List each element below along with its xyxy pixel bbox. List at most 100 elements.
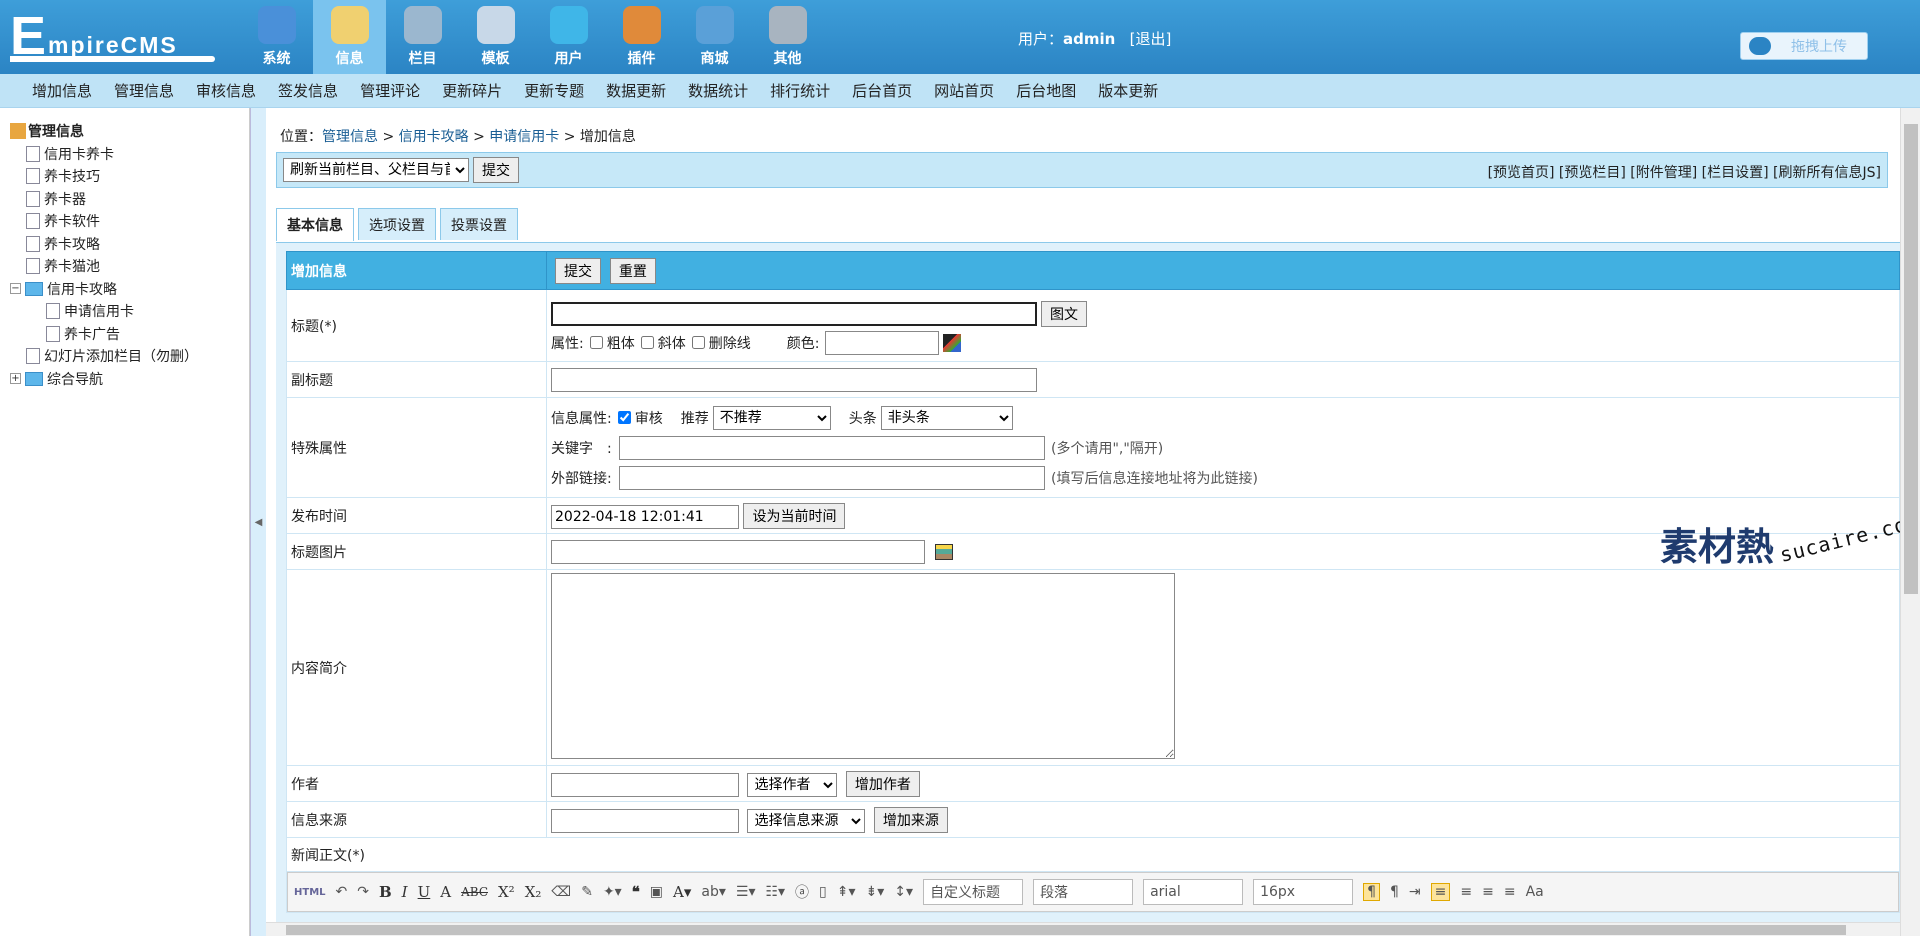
subnav-link-7[interactable]: 数据更新 — [606, 80, 666, 101]
source-select[interactable]: 选择信息来源 — [747, 808, 866, 833]
source-input[interactable] — [551, 808, 739, 833]
nav-item-6[interactable]: 商城 — [678, 0, 751, 74]
vertical-scroll-thumb[interactable] — [1904, 124, 1918, 594]
toolbar-submit-button[interactable]: 提交 — [473, 157, 519, 183]
nav-item-1[interactable]: 信息 — [313, 0, 386, 74]
tree-node-7[interactable]: − 信用卡攻略 — [10, 278, 249, 301]
empirecms-logo[interactable]: E mpireCMS — [10, 8, 220, 64]
line-height-icon[interactable]: ↕▾ — [894, 884, 913, 900]
image-select-icon[interactable] — [935, 543, 954, 560]
crumb-link-1[interactable]: 信用卡攻略 — [399, 129, 469, 145]
nav-item-3[interactable]: 模板 — [459, 0, 532, 74]
expand-icon[interactable]: + — [10, 373, 21, 385]
subnav-link-2[interactable]: 审核信息 — [196, 80, 256, 101]
color-picker-icon[interactable] — [943, 333, 962, 352]
subnav-link-12[interactable]: 后台地图 — [1016, 80, 1076, 101]
form-submit-button[interactable]: 提交 — [555, 257, 601, 284]
tab-1[interactable]: 选项设置 — [358, 208, 436, 240]
crumb-link-2[interactable]: 申请信用卡 — [489, 129, 559, 145]
format-brush-icon[interactable]: ✎ — [581, 884, 593, 900]
external-link-input[interactable] — [619, 465, 1045, 490]
nav-item-2[interactable]: 栏目 — [386, 0, 459, 74]
tree-node-10[interactable]: 幻灯片添加栏目（勿删） — [10, 345, 249, 368]
nav-item-7[interactable]: 其他 — [751, 0, 824, 74]
subscript-icon[interactable]: X₂ — [525, 883, 542, 901]
strike-checkbox[interactable] — [691, 336, 705, 349]
sidebar-collapse-toggle[interactable]: ◀ — [250, 108, 266, 936]
color-input[interactable] — [825, 330, 940, 355]
summary-textarea[interactable] — [551, 572, 1175, 759]
align-center-icon[interactable]: ≡ — [1460, 884, 1472, 900]
custom-title-dropdown[interactable]: 自定义标题 — [923, 879, 1024, 905]
toolbar-links[interactable]: [预览首页] [预览栏目] [附件管理] [栏目设置] [刷新所有信息JS] — [1488, 162, 1881, 182]
indent-icon[interactable]: ⇥ — [1409, 884, 1421, 900]
subnav-link-6[interactable]: 更新专题 — [524, 80, 584, 101]
align-left-icon[interactable]: ≡ — [1430, 883, 1451, 901]
italic-icon[interactable]: I — [402, 883, 408, 901]
add-author-button[interactable]: 增加作者 — [845, 770, 920, 797]
row-spacing-bottom-icon[interactable]: ⇟▾ — [866, 884, 885, 900]
subnav-link-13[interactable]: 版本更新 — [1098, 80, 1158, 101]
subnav-link-0[interactable]: 增加信息 — [32, 80, 92, 101]
tree-node-1[interactable]: 信用卡养卡 — [10, 143, 249, 166]
vertical-scrollbar[interactable] — [1900, 108, 1920, 936]
tab-2[interactable]: 投票设置 — [440, 208, 518, 240]
tree-node-8[interactable]: 申请信用卡 — [10, 300, 249, 323]
tree-node-6[interactable]: 养卡猫池 — [10, 255, 249, 278]
auto-format-icon[interactable]: ✦▾ — [603, 884, 622, 900]
rtl-icon[interactable]: ¶ — [1390, 884, 1399, 900]
drag-upload-button[interactable]: 拖拽上传 — [1740, 32, 1868, 60]
logout-link[interactable]: [退出] — [1130, 30, 1172, 48]
tree-node-9[interactable]: 养卡广告 — [10, 323, 249, 346]
horizontal-scrollbar[interactable] — [266, 922, 1900, 936]
title-image-button[interactable]: 图文 — [1041, 300, 1087, 327]
form-reset-button[interactable]: 重置 — [609, 257, 656, 284]
nav-item-5[interactable]: 插件 — [605, 0, 678, 74]
superscript-icon[interactable]: X² — [498, 883, 515, 901]
tree-node-11[interactable]: + 综合导航 — [10, 368, 249, 391]
paste-plain-icon[interactable]: ▣ — [650, 884, 663, 900]
blockquote-icon[interactable]: ❝ — [632, 883, 640, 901]
paragraph-dropdown[interactable]: 段落 — [1033, 879, 1134, 905]
title-input[interactable] — [551, 301, 1037, 326]
subnav-link-11[interactable]: 网站首页 — [934, 80, 994, 101]
tree-node-5[interactable]: 养卡攻略 — [10, 233, 249, 256]
tab-0[interactable]: 基本信息 — [276, 208, 354, 241]
collapse-icon[interactable]: − — [10, 283, 21, 295]
recommend-select[interactable]: 不推荐 — [712, 405, 831, 430]
tree-node-4[interactable]: 养卡软件 — [10, 210, 249, 233]
font-color-icon[interactable]: A▾ — [673, 883, 691, 901]
underline-icon[interactable]: U — [418, 883, 431, 901]
subnav-link-8[interactable]: 数据统计 — [688, 80, 748, 101]
bold-icon[interactable]: B — [379, 883, 392, 901]
audit-checkbox[interactable] — [617, 411, 631, 424]
keyword-input[interactable] — [619, 435, 1045, 460]
subnav-link-4[interactable]: 管理评论 — [360, 80, 420, 101]
ltr-icon[interactable]: ¶ — [1363, 883, 1380, 901]
subnav-link-1[interactable]: 管理信息 — [114, 80, 174, 101]
tree-node-3[interactable]: 养卡器 — [10, 188, 249, 211]
pubtime-input[interactable] — [551, 504, 739, 529]
eraser-icon[interactable]: ⌫ — [551, 884, 571, 900]
case-icon[interactable]: Aa — [1526, 884, 1544, 900]
headline-select[interactable]: 非头条 — [880, 405, 1013, 430]
font-border-icon[interactable]: A — [440, 883, 451, 901]
redo-icon[interactable]: ↷ — [357, 884, 369, 900]
tree-node-2[interactable]: 养卡技巧 — [10, 165, 249, 188]
html-source-button[interactable]: HTML — [294, 887, 326, 898]
highlight-icon[interactable]: ab▾ — [701, 884, 726, 900]
undo-icon[interactable]: ↶ — [336, 884, 348, 900]
titlepic-input[interactable] — [551, 539, 925, 564]
strikethrough-icon[interactable]: ABC — [461, 885, 488, 899]
subnav-link-3[interactable]: 签发信息 — [278, 80, 338, 101]
subnav-link-10[interactable]: 后台首页 — [852, 80, 912, 101]
subtitle-input[interactable] — [551, 367, 1037, 392]
ordered-list-icon[interactable]: ☰▾ — [736, 884, 756, 900]
author-input[interactable] — [551, 772, 739, 797]
subnav-link-5[interactable]: 更新碎片 — [442, 80, 502, 101]
nav-item-0[interactable]: 系统 — [240, 0, 313, 74]
row-spacing-top-icon[interactable]: ⇞▾ — [837, 884, 856, 900]
add-source-button[interactable]: 增加来源 — [873, 806, 948, 833]
subnav-link-9[interactable]: 排行统计 — [770, 80, 830, 101]
refresh-select[interactable]: 刷新当前栏目、父栏目与首页 — [283, 158, 469, 182]
